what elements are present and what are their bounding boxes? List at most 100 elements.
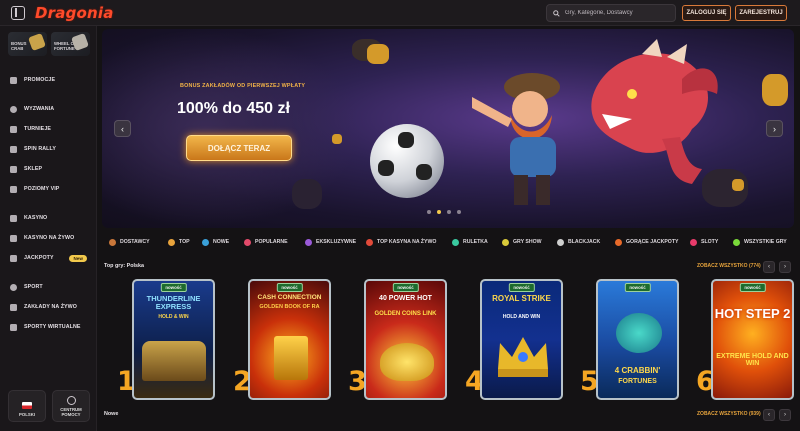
join-now-button[interactable]: DOŁĄCZ TERAZ (186, 135, 292, 161)
new-games-next-button[interactable]: › (779, 409, 791, 421)
game-card-hot-step-2[interactable]: nowość HOT STEP 2 EXTREME HOLD AND WIN (711, 279, 794, 400)
category-nowe[interactable]: NOWE (202, 238, 229, 246)
live-casino-icon (366, 238, 373, 246)
top-icon (168, 238, 175, 246)
category-blackjack[interactable]: BLACKJACK (557, 238, 600, 246)
register-button[interactable]: ZAREJESTRUJ (735, 5, 787, 21)
live-icon (10, 234, 17, 242)
top-games-prev-button[interactable]: ‹ (763, 261, 775, 273)
carousel-dot[interactable] (427, 210, 431, 214)
category-strip: DOSTAWCY TOP NOWE POPULARNE EKSKLUZYWNE … (102, 233, 794, 251)
top-games-next-button[interactable]: › (779, 261, 791, 273)
new-badge: New (69, 254, 87, 262)
roulette-icon (452, 238, 459, 246)
target-icon (10, 105, 17, 113)
bonus-crab-tile[interactable]: BONUS CRAB (8, 32, 47, 56)
sidebar-item-sport[interactable]: SPORT (0, 277, 96, 297)
football-illustration (370, 124, 444, 198)
book-image (274, 336, 308, 380)
hero-title: 100% do 450 zł (177, 100, 290, 117)
carousel-dot[interactable] (447, 210, 451, 214)
help-icon (66, 396, 76, 405)
top-bar: Dragonia ZALOGUJ SIĘ ZAREJESTRUJ (0, 0, 800, 26)
ball-icon (10, 283, 17, 291)
new-icon (202, 238, 209, 246)
blackjack-icon (557, 238, 564, 246)
hero-subtitle: BONUS ZAKŁADÓW OD PIERWSZEJ WPŁATY (180, 83, 306, 89)
live-bet-icon (10, 303, 17, 311)
wheel-of-fortune-tile[interactable]: WHEEL OF FORTUNE (51, 32, 90, 56)
sidebar-item-wyzwania[interactable]: WYZWANIA (0, 99, 96, 119)
hero-next-button[interactable]: › (766, 120, 783, 137)
sidebar-item-sporty-wirtualne[interactable]: SPORTY WIRTUALNE (0, 317, 96, 337)
sidebar-item-kasyno-na-zywo[interactable]: KASYNO NA ŻYWO (0, 228, 96, 248)
category-dostawcy[interactable]: DOSTAWCY (109, 238, 150, 246)
new-games-prev-button[interactable]: ‹ (763, 409, 775, 421)
game-card-40-power-hot[interactable]: nowość 40 POWER HOT GOLDEN COINS LINK (364, 279, 447, 400)
new-games-title: Nowe (104, 411, 119, 417)
chevron-right-icon: › (773, 123, 776, 134)
game-card-royal-strike[interactable]: nowość ROYAL STRIKE HOLD AND WIN (480, 279, 563, 400)
help-center-button[interactable]: CENTRUM POMOCY (52, 390, 90, 422)
search-box[interactable] (546, 4, 676, 22)
gift-icon (10, 76, 17, 84)
game-card-thunderline-express[interactable]: nowość THUNDERLINE EXPRESS HOLD & WIN (132, 279, 215, 400)
new-badge: nowość (276, 283, 303, 292)
category-ruletka[interactable]: RULETKA (452, 238, 488, 246)
pot-of-gold-image (380, 343, 434, 381)
category-top-kasyna-na-zywo[interactable]: TOP KASYNA NA ŻYWO (366, 238, 436, 246)
language-button[interactable]: POLSKI (8, 390, 46, 422)
search-input[interactable] (565, 10, 665, 16)
new-badge: nowość (739, 283, 766, 292)
new-games-see-all-link[interactable]: ZOBACZ WSZYSTKO (939) (697, 411, 761, 417)
new-badge: nowość (160, 283, 187, 292)
category-sloty[interactable]: SLOTY (690, 238, 718, 246)
search-icon (553, 9, 560, 17)
shop-icon (10, 165, 17, 173)
site-logo[interactable]: Dragonia (35, 4, 114, 22)
slots-icon (690, 238, 697, 246)
sidebar-item-poziomy-vip[interactable]: POZIOMY VIP (0, 179, 96, 199)
category-gorace-jackpoty[interactable]: GORĄCE JACKPOTY (615, 238, 678, 246)
game-card-4-crabbin-fortunes[interactable]: nowość 4 CRABBIN' FORTUNES (596, 279, 679, 400)
crown-image (498, 337, 548, 377)
sidebar-item-promocje[interactable]: PROMOCJE (0, 70, 96, 90)
exclusive-icon (305, 238, 312, 246)
hot-jackpot-icon (615, 238, 622, 246)
carousel-dot-active[interactable] (437, 210, 441, 214)
sidebar-item-kasyno[interactable]: KASYNO (0, 208, 96, 228)
train-image (142, 341, 206, 381)
dwarf-illustration (472, 73, 560, 205)
top-games-see-all-link[interactable]: ZOBACZ WSZYSTKO (774) (697, 263, 761, 269)
providers-icon (109, 238, 116, 246)
sidebar-item-jackpoty[interactable]: JACKPOTY New (0, 248, 96, 268)
carousel-dots (427, 210, 461, 214)
jackpot-icon (10, 254, 17, 262)
flag-icon (10, 145, 17, 153)
category-gry-show[interactable]: GRY SHOW (502, 238, 542, 246)
virtual-icon (10, 323, 17, 331)
category-top[interactable]: TOP (168, 238, 190, 246)
chevron-left-icon: ‹ (121, 123, 124, 134)
category-wszystkie-gry[interactable]: WSZYSTKIE GRY (733, 238, 787, 246)
category-ekskluzywne[interactable]: EKSKLUZYWNE (305, 238, 356, 246)
chevron-left-icon: ‹ (768, 412, 770, 418)
hero-prev-button[interactable]: ‹ (114, 120, 131, 137)
carousel-dot[interactable] (457, 210, 461, 214)
popular-icon (244, 238, 251, 246)
sidebar-toggle-icon[interactable] (11, 5, 25, 20)
login-button[interactable]: ZALOGUJ SIĘ (682, 5, 731, 21)
hero-banner[interactable]: BONUS ZAKŁADÓW OD PIERWSZEJ WPŁATY 100% … (102, 29, 794, 228)
dragon-illustration (591, 39, 718, 184)
sidebar-item-sklep[interactable]: SKLEP (0, 159, 96, 179)
crab-image (616, 313, 662, 353)
new-badge: nowość (392, 283, 419, 292)
sidebar-item-turnieje[interactable]: TURNIEJE (0, 119, 96, 139)
all-games-icon (733, 238, 740, 246)
sidebar-item-zaklady-na-zywo[interactable]: ZAKŁADY NA ŻYWO (0, 297, 96, 317)
sidebar-nav: PROMOCJE WYZWANIA TURNIEJE SPIN RALLY SK… (0, 70, 96, 337)
chevron-right-icon: › (784, 412, 786, 418)
game-card-cash-connection[interactable]: nowość CASH CONNECTION GOLDEN BOOK OF RA (248, 279, 331, 400)
category-popularne[interactable]: POPULARNE (244, 238, 288, 246)
sidebar-item-spin-rally[interactable]: SPIN RALLY (0, 139, 96, 159)
